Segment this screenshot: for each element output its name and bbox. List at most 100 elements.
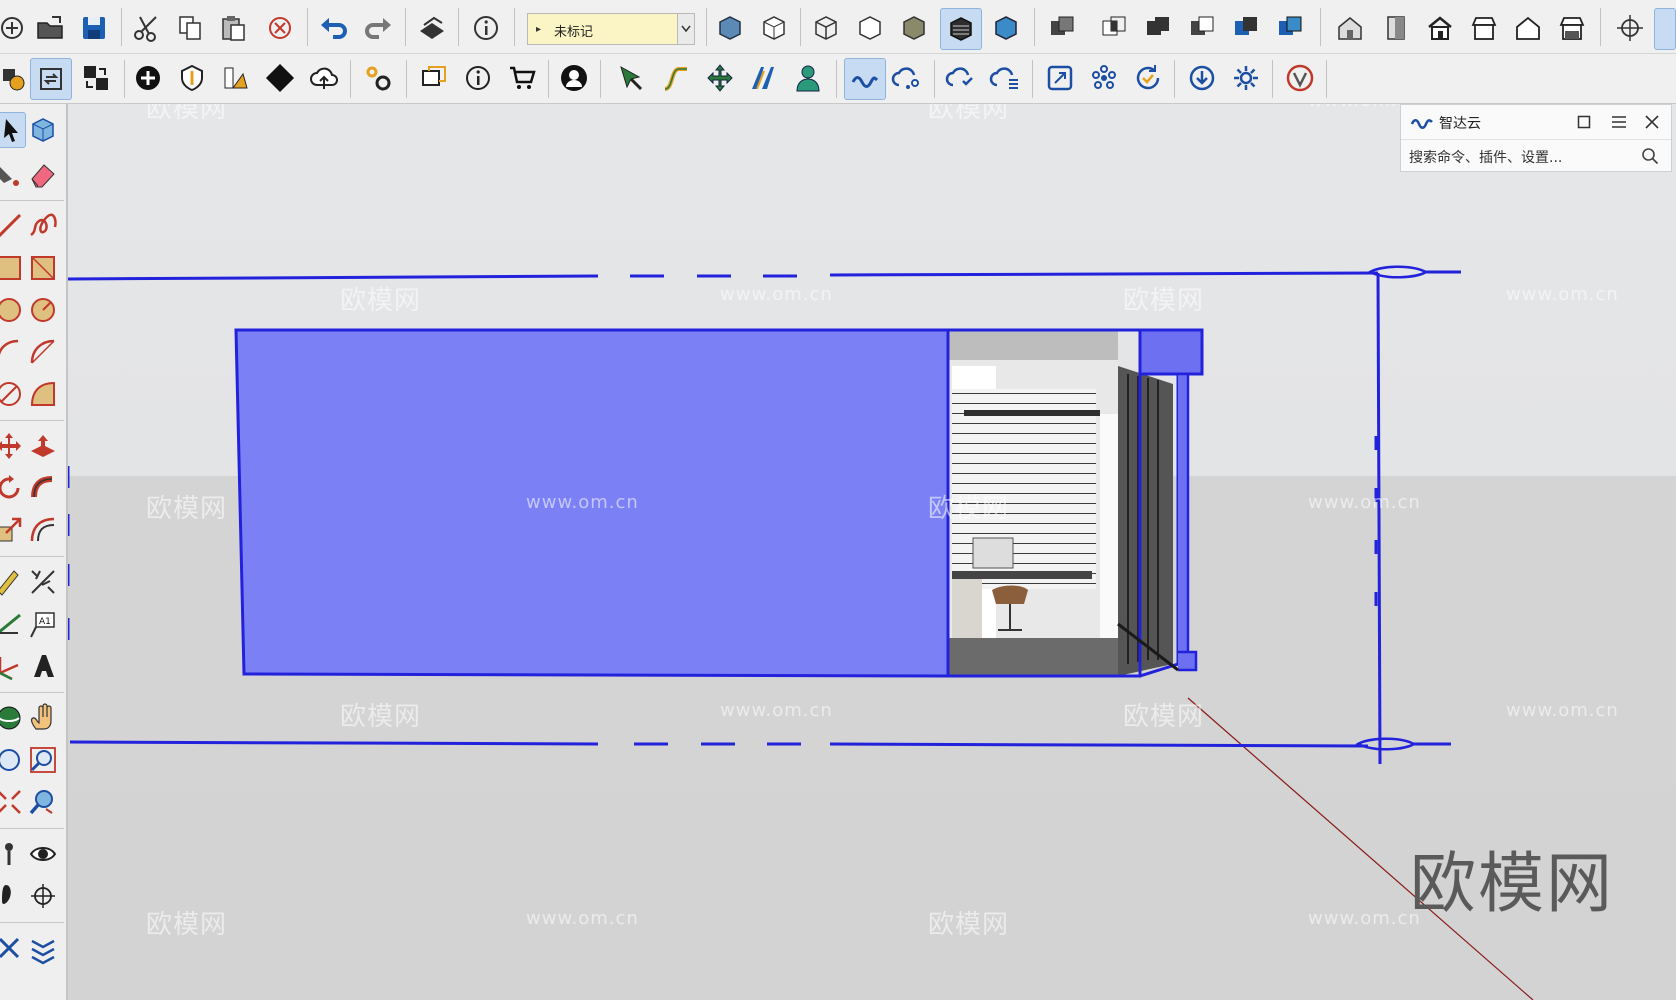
modeling-viewport[interactable]: 欧模网 欧模网 www.om.cn 欧模网 www.om.cn 欧模网 www.…: [68, 104, 1676, 1000]
shield-icon[interactable]: [174, 60, 210, 96]
curve-tool-icon[interactable]: [658, 60, 694, 96]
tape-measure-icon[interactable]: [0, 564, 26, 600]
section-plane-icon[interactable]: [26, 878, 60, 914]
select-tool-icon[interactable]: [0, 112, 26, 148]
offset-tool-icon[interactable]: [26, 512, 60, 548]
search-icon[interactable]: [1641, 147, 1659, 169]
account-icon[interactable]: [556, 60, 592, 96]
maximize-icon[interactable]: [1577, 114, 1591, 133]
trim-icon[interactable]: [1228, 10, 1264, 46]
eraser-icon[interactable]: [26, 156, 60, 192]
move-cross-icon[interactable]: [702, 60, 738, 96]
subtract-icon[interactable]: [1184, 10, 1220, 46]
info-icon[interactable]: [460, 60, 496, 96]
select-arrow-icon[interactable]: [614, 60, 650, 96]
position-camera-icon[interactable]: [1612, 10, 1648, 46]
selected-group[interactable]: [234, 328, 1204, 678]
plugins-grid-icon[interactable]: [1086, 60, 1122, 96]
freehand-tool-icon[interactable]: [26, 208, 60, 244]
polygon-tool-icon[interactable]: [26, 292, 60, 328]
split-icon[interactable]: [1272, 10, 1308, 46]
section-fill-icon[interactable]: [0, 930, 26, 966]
make-component-icon[interactable]: [26, 112, 60, 148]
extension-settings-icon[interactable]: [360, 60, 396, 96]
move-tool-icon[interactable]: [0, 428, 26, 464]
push-pull-icon[interactable]: [26, 428, 60, 464]
chat-icon[interactable]: [416, 60, 452, 96]
figure-icon[interactable]: [790, 60, 826, 96]
component-icon[interactable]: [0, 60, 30, 96]
axes-tool-icon[interactable]: [0, 648, 26, 684]
right-view-icon[interactable]: [1466, 10, 1502, 46]
cut-icon[interactable]: [128, 10, 164, 46]
menu-icon[interactable]: [1611, 114, 1627, 133]
cloud-share-icon[interactable]: [890, 60, 926, 96]
position-camera-tool-icon[interactable]: [0, 836, 26, 872]
follow-me-icon[interactable]: [26, 470, 60, 506]
print-icon[interactable]: [414, 10, 450, 46]
line-tool-icon[interactable]: [0, 208, 26, 244]
cloud-upload-icon[interactable]: [306, 60, 342, 96]
top-view-icon[interactable]: [1378, 10, 1414, 46]
download-icon[interactable]: [1184, 60, 1220, 96]
undo-icon[interactable]: [316, 10, 352, 46]
back-edges-icon[interactable]: [756, 10, 792, 46]
orbit-tool-icon[interactable]: [0, 700, 26, 736]
zhidayun-logo-icon[interactable]: [844, 58, 886, 100]
refresh-check-icon[interactable]: [1130, 60, 1166, 96]
align-icon[interactable]: [746, 60, 782, 96]
save-icon[interactable]: [76, 10, 112, 46]
front-view-icon[interactable]: [1422, 10, 1458, 46]
iso-view-icon[interactable]: [1332, 10, 1368, 46]
union-icon[interactable]: [1140, 10, 1176, 46]
redo-icon[interactable]: [360, 10, 396, 46]
expand-frame-icon[interactable]: [1042, 60, 1078, 96]
extension-panel-toggle-icon[interactable]: [1654, 8, 1676, 50]
scale-tool-icon[interactable]: [0, 512, 26, 548]
protractor-icon[interactable]: [0, 606, 26, 642]
cart-icon[interactable]: [504, 60, 540, 96]
walk-tool-icon[interactable]: [0, 878, 26, 914]
chevron-down-icon[interactable]: [677, 14, 694, 44]
new-file-icon[interactable]: [0, 10, 30, 46]
materials-icon[interactable]: [218, 60, 254, 96]
text-tool-icon[interactable]: A1: [26, 606, 60, 642]
previous-view-icon[interactable]: [26, 784, 60, 820]
look-around-icon[interactable]: [26, 836, 60, 872]
hidden-line-icon[interactable]: [852, 10, 888, 46]
outer-shell-icon[interactable]: [1044, 10, 1080, 46]
display-section-cuts-icon[interactable]: [26, 930, 60, 966]
model-info-icon[interactable]: [468, 10, 504, 46]
two-point-arc-icon[interactable]: [26, 334, 60, 370]
intersect-icon[interactable]: [1096, 10, 1132, 46]
back-view-icon[interactable]: [1510, 10, 1546, 46]
vray-icon[interactable]: [1282, 60, 1318, 96]
pie-tool-icon[interactable]: [26, 376, 60, 412]
cloud-sync-icon[interactable]: [944, 60, 980, 96]
panel-search-input[interactable]: 搜索命令、插件、设置...: [1401, 140, 1671, 171]
wireframe-icon[interactable]: [808, 10, 844, 46]
3d-text-icon[interactable]: [26, 648, 60, 684]
rotate-tool-icon[interactable]: [0, 470, 26, 506]
add-circle-icon[interactable]: [130, 60, 166, 96]
checker-icon[interactable]: [262, 60, 298, 96]
three-point-arc-icon[interactable]: [0, 376, 26, 412]
swap-icon[interactable]: [78, 60, 114, 96]
close-icon[interactable]: [1645, 114, 1659, 133]
settings-gear-icon[interactable]: [1228, 60, 1264, 96]
erase-delete-icon[interactable]: [262, 10, 298, 46]
shaded-textures-icon[interactable]: [940, 8, 982, 50]
paste-icon[interactable]: [216, 10, 252, 46]
xray-style-icon[interactable]: [712, 10, 748, 46]
monochrome-icon[interactable]: [988, 10, 1024, 46]
zoom-window-icon[interactable]: [26, 742, 60, 778]
pan-hand-icon[interactable]: [26, 700, 60, 736]
scene-sync-icon[interactable]: [30, 58, 72, 100]
arc-tool-icon[interactable]: [0, 334, 26, 370]
zoom-extents-icon[interactable]: [0, 784, 26, 820]
left-view-icon[interactable]: [1554, 10, 1590, 46]
dimension-tool-icon[interactable]: [26, 564, 60, 600]
circle-tool-icon[interactable]: [0, 292, 26, 328]
shaded-icon[interactable]: [896, 10, 932, 46]
zoom-tool-icon[interactable]: [0, 742, 26, 778]
